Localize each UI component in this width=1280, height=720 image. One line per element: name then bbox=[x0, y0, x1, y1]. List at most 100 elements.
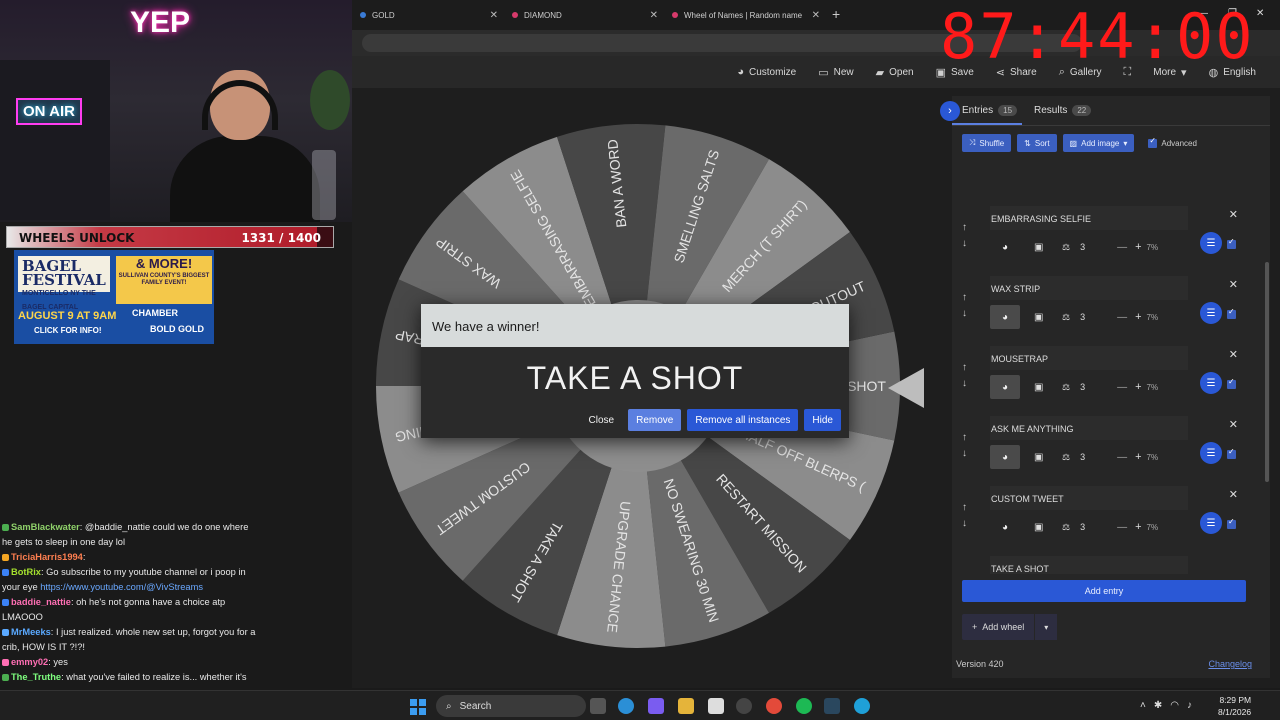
chat-username[interactable]: emmy02 bbox=[11, 657, 48, 667]
increase-weight-button[interactable]: + bbox=[1135, 381, 1141, 393]
browser-tab-gold[interactable]: GOLD ✕ bbox=[352, 4, 504, 26]
chat-username[interactable]: The_Truthe bbox=[11, 672, 61, 682]
close-tab-icon[interactable]: ✕ bbox=[650, 10, 658, 21]
add-wheel-button[interactable]: + Add wheel bbox=[962, 614, 1035, 640]
advanced-checkbox[interactable] bbox=[1148, 136, 1158, 148]
customize-button[interactable]: ◕ Customize bbox=[737, 66, 796, 78]
remove-button[interactable]: Remove bbox=[628, 409, 682, 431]
decrease-weight-button[interactable]: — bbox=[1117, 382, 1127, 393]
chat-username[interactable]: SamBlackwater bbox=[11, 522, 80, 532]
entry-color-button[interactable]: ◕ bbox=[990, 375, 1020, 399]
entry-name-field[interactable]: EMBARRASING SELFIE bbox=[990, 206, 1188, 230]
edge-icon[interactable] bbox=[618, 698, 634, 714]
chat-link[interactable]: https://www.youtube.com/@VivStreams bbox=[40, 582, 203, 592]
entry-color-button[interactable]: ◕ bbox=[990, 235, 1020, 259]
delete-entry-icon[interactable]: ✕ bbox=[1229, 418, 1238, 431]
tab-results[interactable]: Results 22 bbox=[1034, 105, 1092, 116]
chat-username[interactable]: MrMeeks bbox=[11, 627, 51, 637]
close-button[interactable]: Close bbox=[581, 409, 623, 431]
entry-color-button[interactable]: ◕ bbox=[990, 445, 1020, 469]
chevron-up-icon[interactable]: ˄ bbox=[1140, 700, 1146, 711]
entry-settings-button[interactable]: ☰ bbox=[1200, 302, 1222, 324]
tab-entries[interactable]: Entries 15 bbox=[962, 105, 1018, 116]
entry-enabled-checkbox[interactable] bbox=[1227, 517, 1236, 529]
increase-weight-button[interactable]: + bbox=[1135, 241, 1141, 253]
entry-image-icon[interactable]: ▣ bbox=[1034, 242, 1050, 253]
entry-settings-button[interactable]: ☰ bbox=[1200, 232, 1222, 254]
close-window-icon[interactable]: ✕ bbox=[1256, 8, 1264, 19]
entries-scrollbar[interactable] bbox=[1265, 262, 1269, 482]
entry-image-icon[interactable]: ▣ bbox=[1034, 522, 1050, 533]
chrome-icon[interactable] bbox=[766, 698, 782, 714]
entry-enabled-checkbox[interactable] bbox=[1227, 377, 1236, 389]
browser-tab-diamond[interactable]: DIAMOND ✕ bbox=[504, 4, 664, 26]
copilot-icon[interactable] bbox=[648, 698, 664, 714]
chat-username[interactable]: TriciaHarris1994 bbox=[11, 552, 83, 562]
entry-enabled-checkbox[interactable] bbox=[1227, 237, 1236, 249]
reorder-arrows[interactable]: ↑ ↓ bbox=[962, 220, 967, 252]
weight-value[interactable]: 3 bbox=[1080, 452, 1085, 463]
bluetooth-icon[interactable]: ✱ bbox=[1154, 700, 1162, 711]
entry-settings-button[interactable]: ☰ bbox=[1200, 512, 1222, 534]
entry-image-icon[interactable]: ▣ bbox=[1034, 312, 1050, 323]
entry-settings-button[interactable]: ☰ bbox=[1200, 372, 1222, 394]
entry-name-field[interactable]: ASK ME ANYTHING bbox=[990, 416, 1188, 440]
decrease-weight-button[interactable]: — bbox=[1117, 242, 1127, 253]
entry-name-field[interactable]: CUSTOM TWEET bbox=[990, 486, 1188, 510]
weight-value[interactable]: 3 bbox=[1080, 242, 1085, 253]
reorder-arrows[interactable]: ↑ ↓ bbox=[962, 430, 967, 462]
arrow-up-icon[interactable]: ↑ bbox=[962, 360, 967, 376]
windows-start-icon[interactable] bbox=[410, 699, 426, 715]
steam-icon[interactable] bbox=[824, 698, 840, 714]
arrow-down-icon[interactable]: ↓ bbox=[962, 236, 967, 252]
entry-name-field[interactable]: WAX STRIP bbox=[990, 276, 1188, 300]
new-button[interactable]: ▭ New bbox=[818, 66, 853, 79]
hide-button[interactable]: Hide bbox=[804, 409, 841, 431]
edge-dev-icon[interactable] bbox=[854, 698, 870, 714]
store-icon[interactable] bbox=[708, 698, 724, 714]
decrease-weight-button[interactable]: — bbox=[1117, 312, 1127, 323]
decrease-weight-button[interactable]: — bbox=[1117, 452, 1127, 463]
sort-button[interactable]: ⇅ Sort bbox=[1017, 134, 1057, 152]
reorder-arrows[interactable]: ↑ ↓ bbox=[962, 500, 967, 532]
arrow-down-icon[interactable]: ↓ bbox=[962, 306, 967, 322]
open-button[interactable]: ▰ Open bbox=[876, 66, 914, 79]
arrow-down-icon[interactable]: ↓ bbox=[962, 376, 967, 392]
entry-color-button[interactable]: ◕ bbox=[990, 305, 1020, 329]
arrow-up-icon[interactable]: ↑ bbox=[962, 220, 967, 236]
sponsor-ad[interactable]: BAGEL FESTIVAL MONTICELLO NY THE BAGEL CA… bbox=[14, 250, 214, 344]
new-tab-button[interactable]: + bbox=[832, 6, 840, 22]
entry-image-icon[interactable]: ▣ bbox=[1034, 382, 1050, 393]
xbox-icon[interactable] bbox=[736, 698, 752, 714]
increase-weight-button[interactable]: + bbox=[1135, 521, 1141, 533]
weight-value[interactable]: 3 bbox=[1080, 522, 1085, 533]
delete-entry-icon[interactable]: ✕ bbox=[1229, 488, 1238, 501]
chat-username[interactable]: BotRix bbox=[11, 567, 41, 577]
add-image-button[interactable]: ▨ Add image ▾ bbox=[1062, 134, 1135, 152]
file-explorer-icon[interactable] bbox=[678, 698, 694, 714]
arrow-down-icon[interactable]: ↓ bbox=[962, 516, 967, 532]
close-tab-icon[interactable]: ✕ bbox=[490, 10, 498, 21]
arrow-up-icon[interactable]: ↑ bbox=[962, 500, 967, 516]
wifi-icon[interactable]: ◠ bbox=[1170, 700, 1179, 711]
entry-color-button[interactable]: ◕ bbox=[990, 515, 1020, 539]
taskbar-clock[interactable]: 8:29 PM 8/1/2026 bbox=[1218, 694, 1251, 718]
weight-value[interactable]: 3 bbox=[1080, 382, 1085, 393]
entry-name-field[interactable]: MOUSETRAP bbox=[990, 346, 1188, 370]
weight-value[interactable]: 3 bbox=[1080, 312, 1085, 323]
reorder-arrows[interactable]: ↑ ↓ bbox=[962, 360, 967, 392]
entry-enabled-checkbox[interactable] bbox=[1227, 447, 1236, 459]
entry-name-field[interactable]: TAKE A SHOT bbox=[990, 556, 1188, 574]
chat-username[interactable]: baddie_nattie bbox=[11, 597, 71, 607]
entry-settings-button[interactable]: ☰ bbox=[1200, 442, 1222, 464]
arrow-down-icon[interactable]: ↓ bbox=[962, 446, 967, 462]
advanced-toggle[interactable]: Advanced bbox=[1148, 136, 1197, 148]
delete-entry-icon[interactable]: ✕ bbox=[1229, 348, 1238, 361]
collapse-panel-icon[interactable]: › bbox=[940, 101, 960, 121]
shuffle-button[interactable]: ⤨ Shuffle bbox=[962, 134, 1012, 152]
volume-icon[interactable]: ♪ bbox=[1187, 700, 1192, 711]
increase-weight-button[interactable]: + bbox=[1135, 311, 1141, 323]
task-view-icon[interactable] bbox=[590, 698, 606, 714]
decrease-weight-button[interactable]: — bbox=[1117, 522, 1127, 533]
spotify-icon[interactable] bbox=[796, 698, 812, 714]
